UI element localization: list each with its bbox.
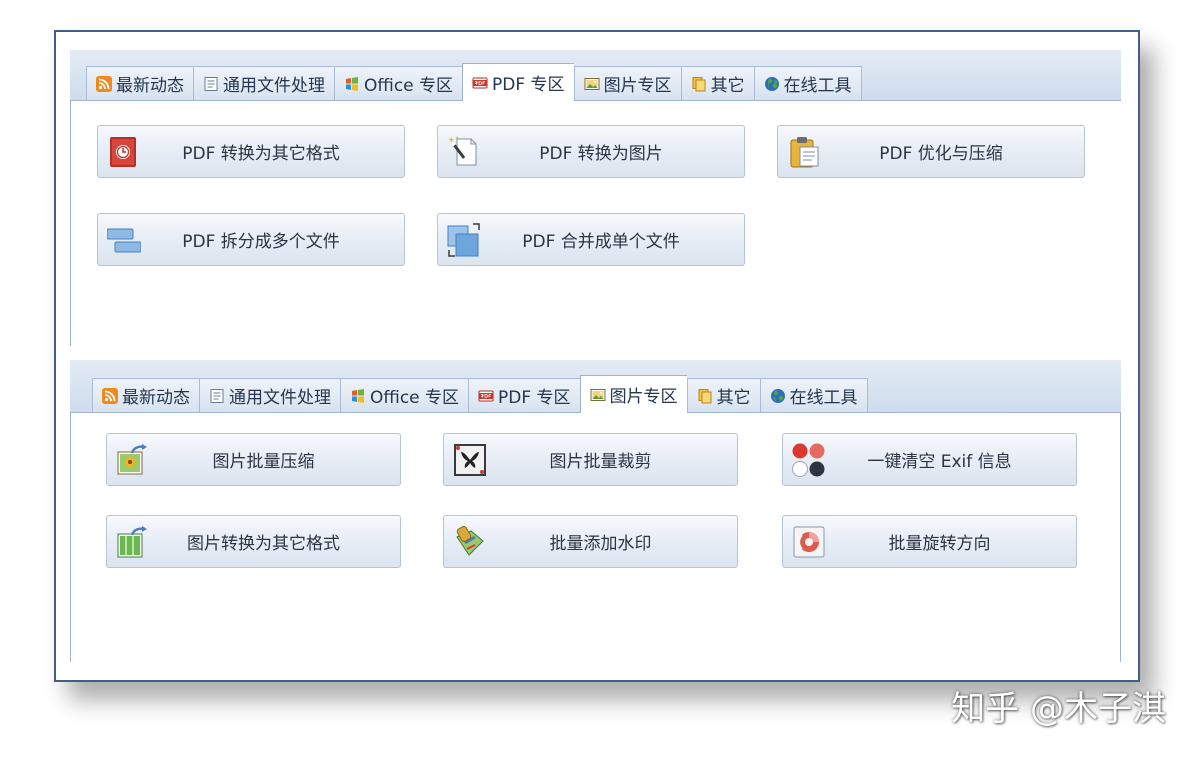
tab-general-files[interactable]: 通用文件处理: [199, 378, 340, 412]
app-window: 最新动态 通用文件处理 Office 专区 PDF 专区 图片专区 其它 在线工…: [54, 30, 1140, 682]
button-label: PDF 转换为图片: [539, 144, 663, 164]
tab-strip: 最新动态 通用文件处理 Office 专区 PDF 专区 图片专区 其它 在线工…: [70, 360, 1121, 413]
tab-other[interactable]: 其它: [680, 66, 754, 100]
merge-icon: [447, 223, 480, 257]
tab-pdf[interactable]: PDF 专区: [468, 378, 580, 412]
tab-label: 在线工具: [789, 388, 858, 408]
tab-general-files[interactable]: 通用文件处理: [193, 66, 334, 100]
button-label: PDF 拆分成多个文件: [182, 232, 340, 252]
tab-image[interactable]: 图片专区: [579, 375, 687, 413]
button-label: PDF 转换为其它格式: [182, 144, 340, 164]
button-label: 图片转换为其它格式: [187, 534, 340, 554]
image-convert-format-button[interactable]: 图片转换为其它格式: [106, 515, 401, 568]
tab-label: PDF 专区: [492, 75, 565, 95]
tab-label: 其它: [716, 388, 751, 408]
tab-label: Office 专区: [370, 388, 460, 408]
tab-latest-news[interactable]: 最新动态: [92, 378, 199, 412]
button-label: 图片批量压缩: [212, 452, 315, 472]
tab-online-tools[interactable]: 在线工具: [753, 66, 862, 100]
windows-logo-icon: [346, 76, 358, 91]
tab-content: PDF 转换为其它格式 PDF 转换为图片 PDF 优化与压缩 PDF 拆分成多…: [70, 100, 1121, 346]
tab-strip: 最新动态 通用文件处理 Office 专区 PDF 专区 图片专区 其它 在线工…: [70, 50, 1121, 101]
magic-wand-page-icon: [448, 136, 477, 166]
button-label: PDF 优化与压缩: [879, 144, 1003, 164]
tab-label: 通用文件处理: [223, 76, 325, 96]
tab-label: 通用文件处理: [229, 388, 331, 408]
rss-icon: [102, 387, 118, 404]
image-batch-crop-button[interactable]: 图片批量裁剪: [443, 433, 738, 486]
document-icon: [204, 76, 218, 91]
image-batch-compress-button[interactable]: 图片批量压缩: [106, 433, 401, 486]
tab-pdf[interactable]: PDF 专区: [462, 63, 574, 101]
button-label: PDF 合并成单个文件: [522, 232, 680, 252]
zhihu-watermark: 知乎 @木子淇: [951, 689, 1166, 729]
image-panel: 最新动态 通用文件处理 Office 专区 PDF 专区 图片专区 其它 在线工…: [70, 360, 1121, 662]
pdf-icon: [472, 77, 488, 88]
globe-icon: [764, 76, 779, 91]
tab-label: 最新动态: [122, 388, 190, 408]
tab-bar: 最新动态 通用文件处理 Office 专区 PDF 专区 图片专区 其它 在线工…: [86, 63, 862, 101]
tab-office[interactable]: Office 专区: [340, 378, 469, 412]
tab-label: 图片专区: [603, 76, 672, 96]
picture-icon: [590, 388, 606, 401]
pdf-convert-red-icon: [110, 137, 136, 167]
picture-icon: [584, 77, 600, 90]
exif-dots-icon: [792, 443, 825, 477]
tab-latest-news[interactable]: 最新动态: [86, 66, 193, 100]
tab-label: 其它: [710, 76, 745, 96]
watermark-stamp-icon: [456, 526, 484, 556]
rss-icon: [96, 75, 112, 92]
pdf-to-image-button[interactable]: PDF 转换为图片: [437, 125, 745, 178]
tab-bar: 最新动态 通用文件处理 Office 专区 PDF 专区 图片专区 其它 在线工…: [92, 375, 868, 413]
button-label: 批量旋转方向: [888, 534, 991, 554]
button-label: 一键清空 Exif 信息: [867, 452, 1012, 472]
globe-icon: [770, 388, 785, 403]
pdf-merge-button[interactable]: PDF 合并成单个文件: [437, 213, 745, 266]
document-icon: [210, 388, 224, 403]
add-watermark-button[interactable]: 批量添加水印: [443, 515, 738, 568]
pdf-icon: [478, 390, 494, 401]
tab-label: 最新动态: [116, 76, 184, 96]
pdf-split-button[interactable]: PDF 拆分成多个文件: [97, 213, 405, 266]
tab-online-tools[interactable]: 在线工具: [759, 378, 868, 412]
tab-office[interactable]: Office 专区: [334, 66, 463, 100]
pdf-panel: 最新动态 通用文件处理 Office 专区 PDF 专区 图片专区 其它 在线工…: [70, 50, 1121, 346]
windows-logo-icon: [352, 388, 364, 403]
copy-files-icon: [698, 388, 712, 403]
tab-label: PDF 专区: [498, 388, 571, 408]
tab-image[interactable]: 图片专区: [573, 66, 681, 100]
image-crop-icon: [454, 444, 486, 476]
image-compress-icon: [117, 444, 147, 475]
split-icon: [107, 228, 141, 253]
batch-rotate-button[interactable]: 批量旋转方向: [782, 515, 1077, 568]
tab-label: Office 专区: [364, 76, 454, 96]
rotate-icon: [793, 526, 825, 558]
pdf-convert-button[interactable]: PDF 转换为其它格式: [97, 125, 405, 178]
copy-files-icon: [692, 76, 706, 91]
tab-content: 图片批量压缩 图片批量裁剪 一键清空 Exif 信息 图片转换为其它格式 批量添…: [70, 412, 1121, 662]
tab-label: 在线工具: [783, 76, 852, 96]
tab-label: 图片专区: [609, 387, 678, 407]
button-label: 图片批量裁剪: [549, 452, 652, 472]
button-label: 批量添加水印: [549, 534, 652, 554]
clear-exif-button[interactable]: 一键清空 Exif 信息: [782, 433, 1077, 486]
image-convert-icon: [117, 526, 147, 558]
pdf-optimize-button[interactable]: PDF 优化与压缩: [777, 125, 1085, 178]
clipboard-icon: [790, 137, 819, 168]
tab-other[interactable]: 其它: [686, 378, 760, 412]
